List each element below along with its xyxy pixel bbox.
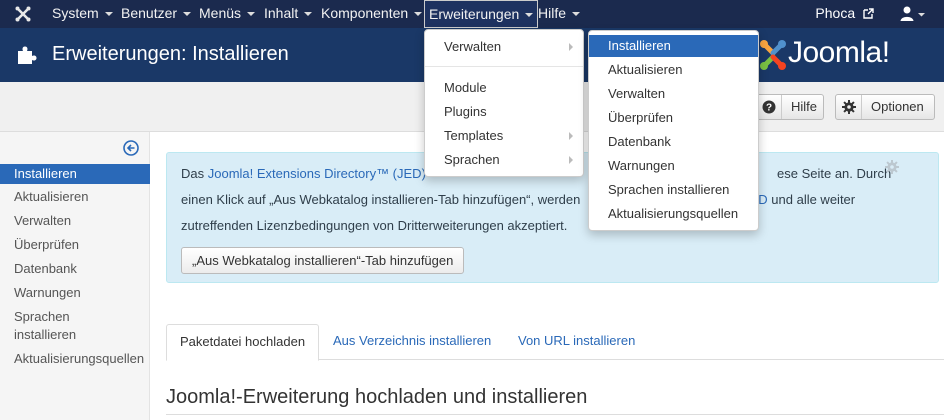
verwalten-submenu: Installieren Aktualisieren Verwalten Übe… xyxy=(588,30,759,231)
tab-aus-verzeichnis-installieren[interactable]: Aus Verzeichnis installieren xyxy=(320,324,504,360)
sidebar-item-sprachen-installieren[interactable]: Sprachen installieren xyxy=(0,308,150,344)
menu-label: System xyxy=(52,5,99,21)
joomla-brand-text: Joomla! xyxy=(788,36,890,69)
submenu-item-warnungen[interactable]: Warnungen xyxy=(589,154,758,178)
install-tabs: Paketdatei hochladen Aus Verzeichnis ins… xyxy=(166,324,944,361)
sidebar-item-verwalten[interactable]: Verwalten xyxy=(0,212,150,230)
notice-line-1-end: ese Seite an. Durch xyxy=(777,166,892,181)
sidebar: Installieren Aktualisieren Verwalten Übe… xyxy=(0,132,150,420)
caret-down-icon xyxy=(104,12,113,16)
tab-von-url-installieren[interactable]: Von URL installieren xyxy=(505,324,648,360)
menu-hilfe[interactable]: Hilfe xyxy=(538,0,581,28)
caret-down-icon xyxy=(572,12,581,16)
collapse-arrow-icon[interactable] xyxy=(123,140,139,156)
menu-label: Komponenten xyxy=(321,5,409,21)
caret-down-icon xyxy=(183,12,192,16)
caret-down-icon xyxy=(525,13,534,17)
caret-down-icon xyxy=(414,12,423,16)
menu-label: Menüs xyxy=(199,5,242,21)
joomla-logo-icon xyxy=(760,40,786,70)
page-title: Erweiterungen: Installieren xyxy=(52,43,289,65)
options-label: Optionen xyxy=(871,99,924,114)
menu-benutzer[interactable]: Benutzer xyxy=(121,0,192,28)
site-link-label: Phoca xyxy=(815,5,856,21)
notice-text: Das xyxy=(181,166,208,181)
submenu-item-sprachen-installieren[interactable]: Sprachen installieren xyxy=(589,178,758,202)
notice-line-2: einen Klick auf „Aus Webkatalog installi… xyxy=(181,192,581,207)
caret-down-icon xyxy=(304,12,313,16)
menu-label: Hilfe xyxy=(538,5,567,21)
menu-komponenten[interactable]: Komponenten xyxy=(321,0,423,28)
dropdown-item-sprachen[interactable]: Sprachen xyxy=(425,148,583,172)
chevron-right-icon xyxy=(569,156,573,164)
caret-down-icon xyxy=(247,12,256,16)
menu-label: Erweiterungen xyxy=(429,6,520,22)
sidebar-item-datenbank[interactable]: Datenbank xyxy=(0,260,150,278)
jed-link[interactable]: Joomla! Extensions Directory™ (JED) xyxy=(208,166,426,181)
help-button[interactable]: ? Hilfe xyxy=(755,94,824,120)
question-icon: ? xyxy=(756,95,782,119)
section-divider xyxy=(166,414,944,415)
chevron-right-icon xyxy=(569,132,573,140)
site-link[interactable]: Phoca xyxy=(815,0,874,28)
chevron-right-icon xyxy=(569,43,573,51)
tab-paketdatei-hochladen[interactable]: Paketdatei hochladen xyxy=(166,324,320,361)
svg-text:?: ? xyxy=(765,103,771,114)
dropdown-item-plugins[interactable]: Plugins xyxy=(425,100,583,124)
erweiterungen-dropdown: Verwalten Module Plugins Templates Sprac… xyxy=(424,29,584,177)
external-link-icon xyxy=(863,8,874,19)
menu-inhalt[interactable]: Inhalt xyxy=(264,0,313,28)
submenu-item-verwalten[interactable]: Verwalten xyxy=(589,82,758,106)
dropdown-item-label: Templates xyxy=(444,128,504,143)
sidebar-item-installieren[interactable]: Installieren xyxy=(0,164,150,184)
menu-system[interactable]: System xyxy=(52,0,113,28)
joomla-icon[interactable] xyxy=(14,5,32,23)
sidebar-item-aktualisierungsquellen[interactable]: Aktualisierungsquellen xyxy=(0,350,150,368)
submenu-item-aktualisieren[interactable]: Aktualisieren xyxy=(589,58,758,82)
top-navbar: System Benutzer Menüs Inhalt Komponenten… xyxy=(0,0,944,28)
menu-menues[interactable]: Menüs xyxy=(199,0,256,28)
sidebar-item-ueberpruefen[interactable]: Überprüfen xyxy=(0,236,150,254)
notice-line-3: zutreffenden Lizenzbedingungen von Dritt… xyxy=(181,218,568,233)
submenu-item-installieren[interactable]: Installieren xyxy=(589,35,758,57)
notice-text: und alle weiter xyxy=(767,192,856,207)
add-web-install-tab-button[interactable]: „Aus Webkatalog installieren“-Tab hinzuf… xyxy=(181,247,465,274)
menu-erweiterungen[interactable]: Erweiterungen xyxy=(424,0,539,28)
submenu-item-datenbank[interactable]: Datenbank xyxy=(589,130,758,154)
settings-gear-icon[interactable] xyxy=(885,160,899,174)
options-button[interactable]: Optionen xyxy=(835,94,935,120)
dropdown-item-label: Verwalten xyxy=(444,39,502,54)
dropdown-item-verwalten[interactable]: Verwalten xyxy=(425,35,583,59)
submenu-item-aktualisierungsquellen[interactable]: Aktualisierungsquellen xyxy=(589,202,758,226)
help-label: Hilfe xyxy=(791,99,818,114)
dropdown-item-templates[interactable]: Templates xyxy=(425,124,583,148)
notice-line-1: Das Joomla! Extensions Directory™ (JED) xyxy=(181,166,426,181)
gear-icon xyxy=(836,95,862,119)
dropdown-divider xyxy=(425,66,583,67)
section-title: Joomla!-Erweiterung hochladen und instal… xyxy=(166,386,588,408)
sidebar-item-aktualisieren[interactable]: Aktualisieren xyxy=(0,188,150,206)
menu-label: Benutzer xyxy=(121,5,178,21)
user-icon[interactable] xyxy=(898,4,926,24)
dropdown-item-module[interactable]: Module xyxy=(425,76,583,100)
submenu-item-ueberpruefen[interactable]: Überprüfen xyxy=(589,106,758,130)
puzzle-icon xyxy=(18,46,37,64)
menu-label: Inhalt xyxy=(264,5,299,21)
sidebar-item-warnungen[interactable]: Warnungen xyxy=(0,284,150,302)
dropdown-item-label: Sprachen xyxy=(444,152,500,167)
